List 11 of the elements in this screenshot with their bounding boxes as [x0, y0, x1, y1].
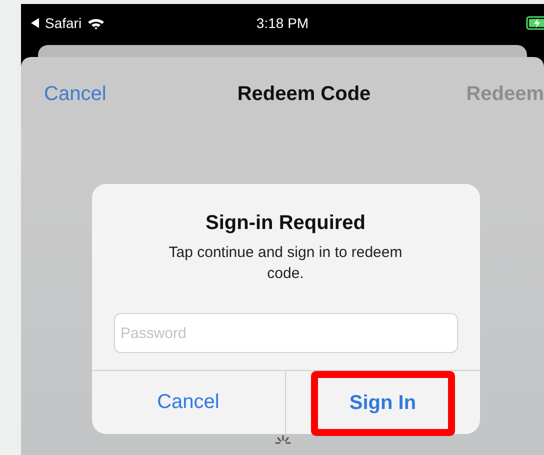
back-app-label[interactable]: Safari	[45, 15, 82, 31]
back-triangle-icon	[31, 18, 40, 28]
wifi-icon	[86, 16, 105, 30]
clock: 3:18 PM	[256, 15, 309, 31]
cancel-link[interactable]: Cancel	[44, 82, 184, 106]
highlighted-button[interactable]: Sign In	[310, 371, 455, 436]
password-field[interactable]: Password	[114, 313, 458, 353]
alert-message: Tap continue and sign in to redeem code.	[168, 243, 404, 284]
sheet-title: Redeem Code	[237, 82, 371, 106]
alert-button[interactable]: Cancel	[129, 376, 248, 429]
alert-title: Sign-in Required	[206, 212, 366, 235]
